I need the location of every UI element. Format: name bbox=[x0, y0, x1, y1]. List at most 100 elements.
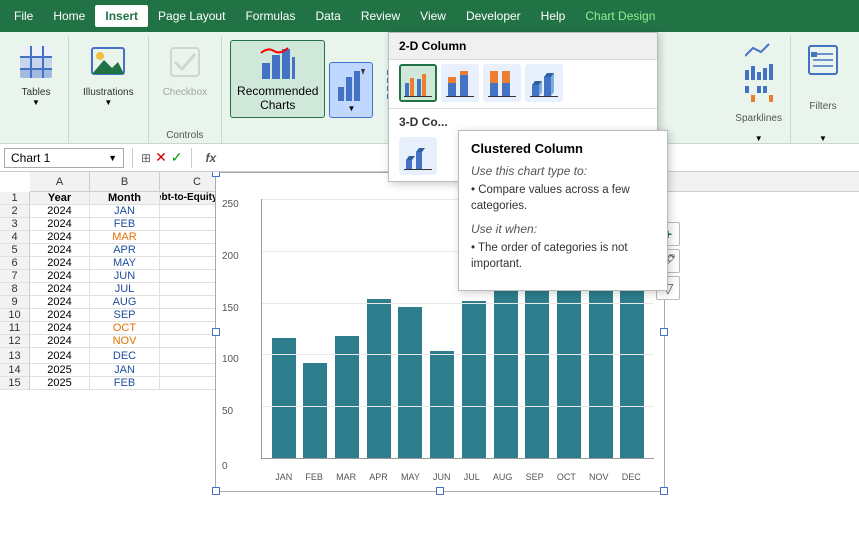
menu-insert[interactable]: Insert bbox=[95, 5, 148, 27]
menu-pagelayout[interactable]: Page Layout bbox=[148, 5, 235, 27]
ribbon-group-filters: Filters ▼ bbox=[791, 36, 855, 143]
illustrations-label: Illustrations bbox=[83, 87, 134, 98]
column-chart-button[interactable]: ▼ bbox=[329, 62, 373, 118]
chart-handle-mr[interactable] bbox=[660, 328, 668, 336]
name-box-dropdown[interactable]: ▼ bbox=[108, 153, 117, 163]
ribbon-group-controls: Checkbox Controls bbox=[149, 36, 222, 143]
cell-b3[interactable]: FEB bbox=[90, 218, 160, 231]
cancel-icon[interactable]: ✕ bbox=[155, 149, 167, 166]
chart-dropdown-header: 2-D Column bbox=[389, 33, 657, 60]
ribbon-group-sparklines: Sparklines ▼ bbox=[727, 36, 791, 143]
tables-icon bbox=[18, 44, 54, 85]
formula-bar-separator2 bbox=[191, 148, 192, 168]
cell-b2[interactable]: JAN bbox=[90, 205, 160, 218]
chart-handle-br[interactable] bbox=[660, 487, 668, 495]
x-label-jan: JAN bbox=[275, 472, 292, 482]
stacked-column-icon[interactable] bbox=[441, 64, 479, 102]
x-label-jul: JUL bbox=[464, 472, 480, 482]
menu-bar: File Home Insert Page Layout Formulas Da… bbox=[0, 0, 859, 32]
y-label-0: 0 bbox=[222, 461, 228, 472]
x-label-apr: APR bbox=[369, 472, 388, 482]
menu-help[interactable]: Help bbox=[531, 5, 576, 27]
y-label-200: 200 bbox=[222, 251, 239, 262]
bar-feb bbox=[303, 363, 327, 458]
menu-chartdesign[interactable]: Chart Design bbox=[575, 5, 665, 27]
cell-a1[interactable]: Year bbox=[30, 192, 90, 205]
bar-jan bbox=[272, 338, 296, 458]
confirm-icon[interactable]: ✓ bbox=[171, 149, 183, 166]
menu-view[interactable]: View bbox=[410, 5, 456, 27]
chart-handle-bl[interactable] bbox=[212, 487, 220, 495]
recommended-charts-label: RecommendedCharts bbox=[237, 84, 318, 113]
ribbon-group-tables: Tables ▼ bbox=[4, 36, 69, 143]
x-label-jun: JUN bbox=[433, 472, 451, 482]
recommended-charts-icon bbox=[260, 45, 296, 84]
row-num-1: 1 bbox=[0, 192, 30, 205]
bar-oct bbox=[557, 281, 581, 458]
threed-column-icon[interactable] bbox=[525, 64, 563, 102]
column-chart-dropdown: ▼ bbox=[347, 104, 355, 113]
col-hdr-b[interactable]: B bbox=[90, 172, 160, 191]
threed-clustered-icon[interactable] bbox=[399, 137, 437, 175]
formula-bar-controls: ⊞ ✕ ✓ bbox=[141, 149, 183, 166]
sparklines-winloss-button[interactable] bbox=[741, 84, 777, 104]
checkbox-icon bbox=[167, 44, 203, 85]
tooltip-title: Clustered Column bbox=[471, 141, 655, 156]
tables-label: Tables bbox=[22, 87, 51, 98]
x-label-oct: OCT bbox=[557, 472, 576, 482]
illustrations-icon bbox=[90, 44, 126, 85]
menu-file[interactable]: File bbox=[4, 5, 43, 27]
tables-dropdown-icon: ▼ bbox=[32, 98, 40, 107]
tooltip-use-text: • Compare values across a few categories… bbox=[471, 182, 655, 214]
tables-button[interactable]: Tables ▼ bbox=[12, 40, 60, 111]
x-label-may: MAY bbox=[401, 472, 420, 482]
recommended-charts-button[interactable]: RecommendedCharts bbox=[230, 40, 325, 118]
menu-formulas[interactable]: Formulas bbox=[235, 5, 305, 27]
name-box-value: Chart 1 bbox=[11, 151, 50, 165]
ribbon-group-illustrations: Illustrations ▼ bbox=[69, 36, 149, 143]
formula-bar-separator bbox=[132, 148, 133, 168]
chart-handle-ml[interactable] bbox=[212, 328, 220, 336]
illustrations-dropdown-icon: ▼ bbox=[104, 98, 112, 107]
sparklines-dropdown: ▼ bbox=[755, 134, 763, 143]
cell-a2[interactable]: 2024 bbox=[30, 205, 90, 218]
chart-tooltip: Clustered Column Use this chart type to:… bbox=[458, 130, 668, 291]
menu-data[interactable]: Data bbox=[305, 5, 350, 27]
filters-slicer-button[interactable] bbox=[799, 40, 847, 80]
filters-label: Filters bbox=[809, 101, 836, 114]
x-label-dec: DEC bbox=[622, 472, 641, 482]
menu-home[interactable]: Home bbox=[43, 5, 95, 27]
tooltip-use-section: Use this chart type to: bbox=[471, 164, 655, 178]
y-label-100: 100 bbox=[222, 354, 239, 365]
name-box[interactable]: Chart 1 ▼ bbox=[4, 148, 124, 168]
sparklines-line-button[interactable] bbox=[741, 40, 777, 60]
tooltip-when-text: • The order of categories is not importa… bbox=[471, 240, 655, 272]
illustrations-button[interactable]: Illustrations ▼ bbox=[77, 40, 140, 111]
sheet-area: A B C D J K 1 Year Month Debt-to-Equity … bbox=[0, 172, 859, 552]
col-hdr-a[interactable]: A bbox=[30, 172, 90, 191]
chart-handle-bm[interactable] bbox=[436, 487, 444, 495]
bar-apr bbox=[367, 299, 391, 458]
fx-label: fx bbox=[200, 151, 223, 165]
cell-a3[interactable]: 2024 bbox=[30, 218, 90, 231]
checkbox-label: Checkbox bbox=[163, 87, 207, 98]
x-label-feb: FEB bbox=[305, 472, 323, 482]
formula-bar-more-icon[interactable]: ⊞ bbox=[141, 151, 151, 165]
y-label-50: 50 bbox=[222, 406, 233, 417]
chart-handle-tl[interactable] bbox=[212, 172, 220, 177]
y-label-150: 150 bbox=[222, 303, 239, 314]
sparklines-column-button[interactable] bbox=[741, 62, 777, 82]
bar-jul bbox=[462, 301, 486, 458]
y-label-250: 250 bbox=[222, 199, 239, 210]
clustered-column-icon[interactable] bbox=[399, 64, 437, 102]
filters-dropdown: ▼ bbox=[819, 134, 827, 143]
column-chart-icon bbox=[337, 67, 365, 106]
chart-2d-icons bbox=[389, 60, 657, 108]
cell-b1[interactable]: Month bbox=[90, 192, 160, 205]
stacked100-column-icon[interactable] bbox=[483, 64, 521, 102]
tooltip-when-section: Use it when: bbox=[471, 222, 655, 236]
x-label-mar: MAR bbox=[336, 472, 356, 482]
menu-developer[interactable]: Developer bbox=[456, 5, 531, 27]
menu-review[interactable]: Review bbox=[351, 5, 410, 27]
checkbox-button: Checkbox bbox=[157, 40, 213, 102]
